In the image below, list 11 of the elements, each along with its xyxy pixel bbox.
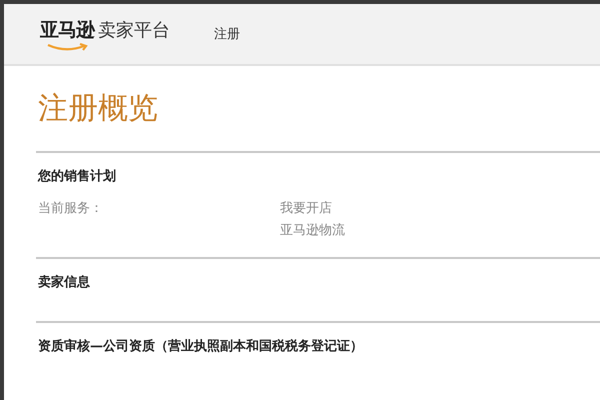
nav-link[interactable]: 注册 [214, 25, 240, 43]
field-value: 我要开店 [280, 200, 333, 217]
page-title: 注册概览 [38, 90, 159, 128]
smile-arrow-icon [46, 42, 90, 52]
field-value: 亚马逊物流 [280, 222, 346, 239]
logo-text: 卖家平台 [98, 18, 170, 42]
section-heading: 您的销售计划 [38, 168, 117, 185]
logo-mark: 亚马逊 [40, 18, 94, 42]
field-label: 当前服务： [38, 200, 104, 218]
section-heading: 资质审核—公司资质（营业执照副本和国税税务登记证） [38, 338, 364, 355]
section-heading: 卖家信息 [38, 274, 91, 291]
